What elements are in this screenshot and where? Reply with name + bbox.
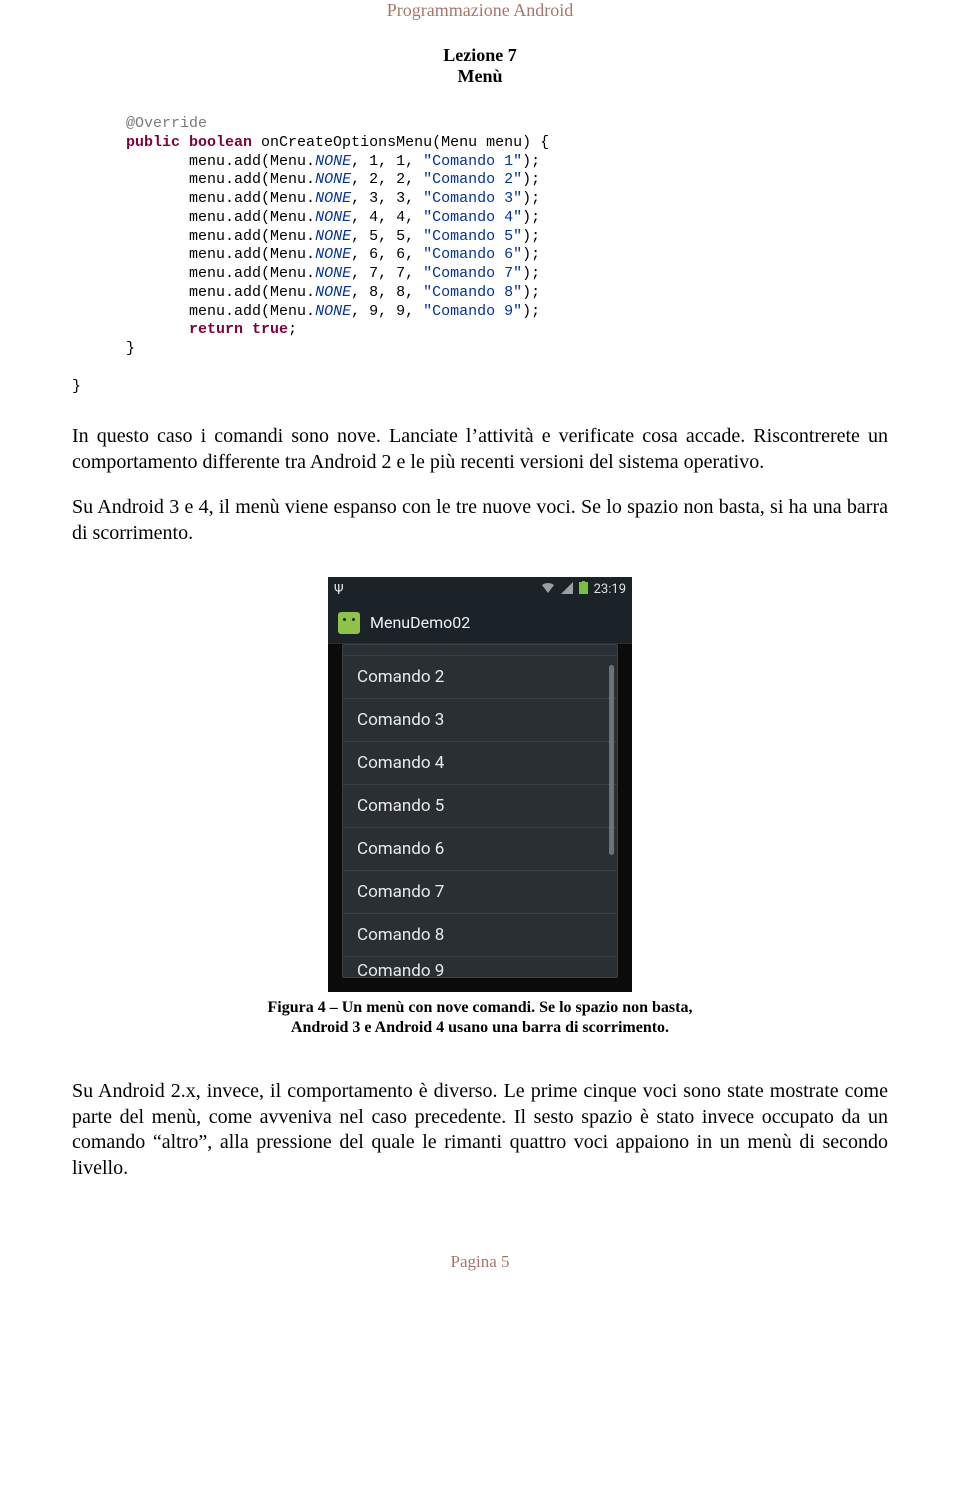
paragraph-3: Su Android 2.x, invece, il comportamento… [72,1079,888,1181]
paragraph-1: In questo caso i comandi sono nove. Lanc… [72,424,888,475]
status-bar: Ψ 23:19 [328,577,632,603]
phone-mockup: Ψ 23:19 MenuDemo02 [328,577,632,992]
menu-item[interactable]: Comando 5 [343,785,617,828]
menu-item[interactable]: Comando 4 [343,742,617,785]
status-time: 23:19 [594,582,626,597]
menu-item[interactable]: Comando 3 [343,699,617,742]
app-title: MenuDemo02 [370,613,470,632]
menu-item-label: Comando 9 [357,961,444,977]
menu-item-label: Comando 8 [357,925,444,945]
android-icon [338,612,360,634]
menu-item[interactable]: Comando 7 [343,871,617,914]
scrollbar[interactable] [609,665,614,855]
menu-panel: Comando 2 Comando 3 Comando 4 Comando 5 Coma… [342,644,618,978]
code-block: @Override public boolean onCreateOptions… [72,115,888,396]
wifi-icon [541,582,555,598]
menu-item-label: Comando 3 [357,710,444,730]
page-footer: Pagina 5 [72,1252,888,1272]
lesson-topic: Menù [72,66,888,87]
figure-caption: Figura 4 – Un menù con nove comandi. Se … [72,998,888,1040]
menu-item[interactable]: Comando 6 [343,828,617,871]
lesson-number: Lezione 7 [72,45,888,66]
app-bar: MenuDemo02 [328,603,632,644]
menu-item[interactable]: Comando 9 [343,957,617,977]
usb-icon: Ψ [334,582,344,598]
menu-item[interactable]: Comando 8 [343,914,617,957]
battery-icon [579,581,588,598]
menu-item-label: Comando 4 [357,753,444,773]
menu-item-label: Comando 6 [357,839,444,859]
menu-item-label: Comando 7 [357,882,444,902]
paragraph-2: Su Android 3 e 4, il menù viene espanso … [72,495,888,546]
menu-item-cut-top[interactable] [343,645,617,656]
signal-icon [561,582,573,598]
course-title: Programmazione Android [72,0,888,21]
menu-item-label: Comando 5 [357,796,444,816]
menu-item-label: Comando 2 [357,667,444,687]
menu-item[interactable]: Comando 2 [343,656,617,699]
